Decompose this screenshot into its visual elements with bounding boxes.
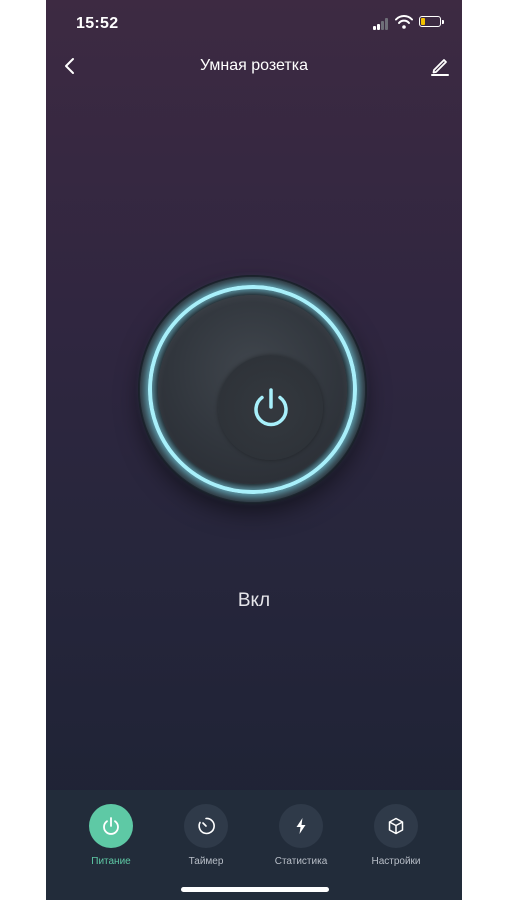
power-icon	[254, 388, 288, 427]
tab-timer[interactable]: Таймер	[158, 804, 254, 867]
power-state-label: Вкл	[237, 590, 271, 611]
tab-power-label: Питание	[91, 856, 131, 867]
battery-icon	[419, 16, 444, 27]
tab-statistics[interactable]: Статистика	[253, 804, 349, 867]
wifi-icon	[395, 15, 413, 29]
power-toggle-button[interactable]	[218, 355, 323, 460]
bottom-tab-bar: Питание Таймер Статистика Настройки	[46, 790, 462, 900]
tab-timer-label: Таймер	[188, 856, 224, 867]
tab-statistics-label: Статистика	[274, 856, 328, 867]
app-screen: 15:52 Умная розетка Вкл Питание Таймер С…	[46, 0, 462, 900]
home-indicator	[181, 887, 329, 892]
tab-settings-circle	[374, 804, 418, 848]
power-icon	[103, 817, 119, 835]
cube-icon	[388, 817, 404, 835]
tab-settings[interactable]: Настройки	[348, 804, 444, 867]
nav-bar: Умная розетка	[46, 44, 462, 88]
tab-timer-circle	[184, 804, 228, 848]
tab-power[interactable]: Питание	[63, 804, 159, 867]
timer-icon	[198, 817, 215, 835]
lightning-icon	[296, 818, 306, 834]
edit-button[interactable]	[428, 54, 452, 78]
status-bar: 15:52	[46, 0, 462, 44]
power-control	[140, 277, 365, 502]
tab-power-circle	[89, 804, 133, 848]
tab-statistics-circle	[279, 804, 323, 848]
status-time: 15:52	[76, 15, 119, 32]
cellular-signal-icon	[373, 18, 391, 30]
page-title: Умная розетка	[199, 57, 308, 74]
power-ring-inner	[158, 295, 347, 484]
tab-settings-label: Настройки	[371, 856, 421, 867]
